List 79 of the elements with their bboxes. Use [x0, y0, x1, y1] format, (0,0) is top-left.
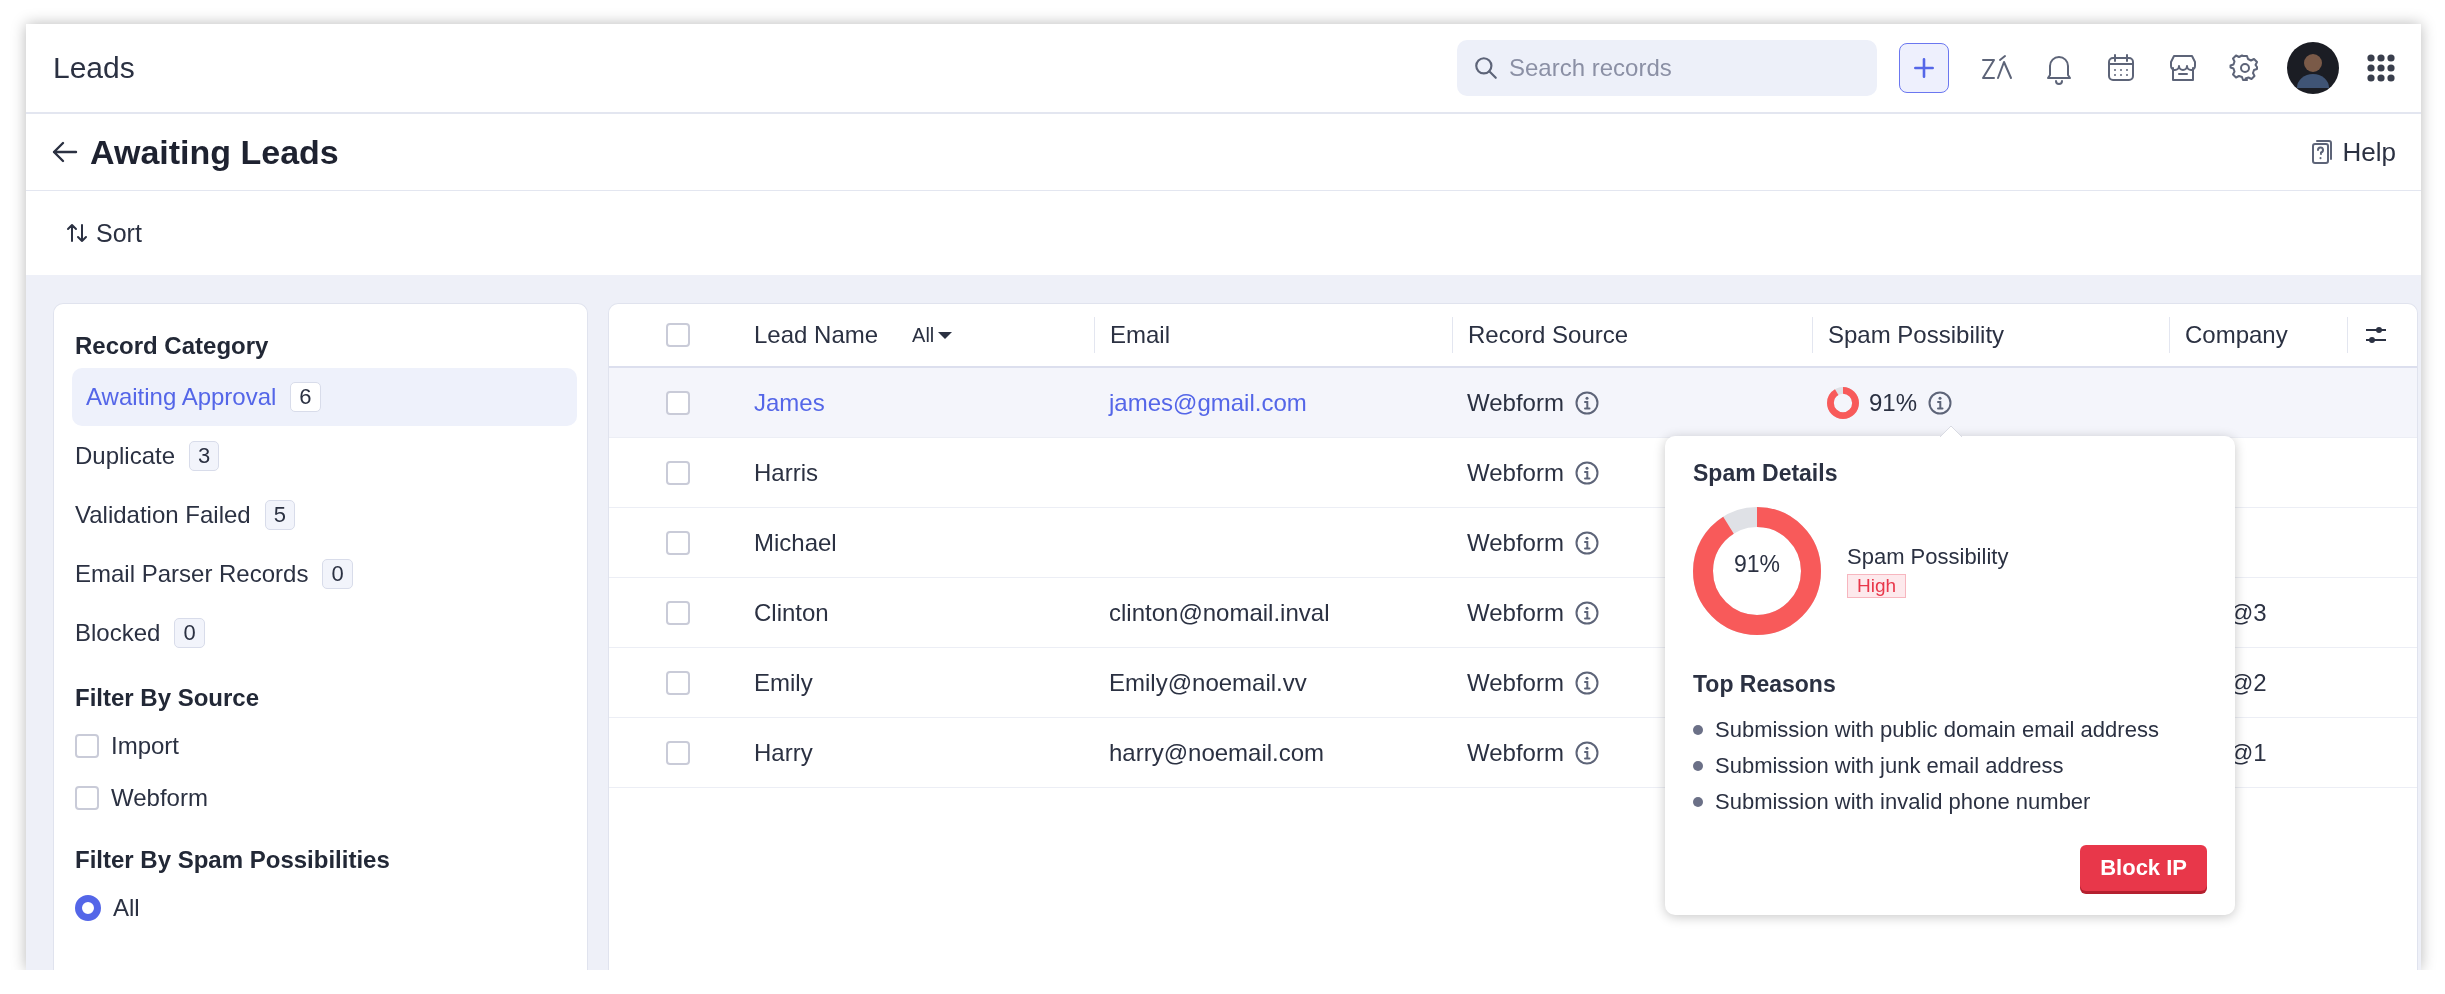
- table-cell: Clinton: [754, 598, 829, 627]
- add-button[interactable]: [1899, 43, 1949, 93]
- option-label: Webform: [111, 784, 208, 812]
- row-checkbox[interactable]: [666, 670, 690, 695]
- table-cell: Webform: [1467, 598, 1564, 627]
- block-ip-button[interactable]: Block IP: [2080, 845, 2207, 891]
- count-badge: 6: [290, 382, 321, 412]
- filter-dropdown[interactable]: All: [912, 323, 953, 347]
- section-title: Filter By Spam Possibilities: [74, 845, 391, 875]
- reason-text: Submission with public domain email address: [1715, 717, 2159, 743]
- category-item[interactable]: Validation Failed 5: [72, 486, 577, 544]
- info-icon[interactable]: [1573, 529, 1600, 556]
- category-item[interactable]: Awaiting Approval 6: [72, 368, 577, 426]
- count-badge: 0: [174, 618, 205, 648]
- section-title: Top Reasons: [1693, 671, 1837, 698]
- section-title: Filter By Source: [74, 683, 261, 713]
- table-cell: harry@noemail.com: [1109, 738, 1325, 767]
- option-label: Import: [111, 732, 179, 760]
- table-cell: Webform: [1467, 388, 1564, 417]
- table-cell: Webform: [1467, 458, 1564, 487]
- table-cell: Webform: [1467, 738, 1564, 767]
- row-checkbox[interactable]: [666, 740, 690, 765]
- rating-badge: High: [1847, 574, 1907, 598]
- column-header: Lead Name: [754, 321, 879, 349]
- info-icon[interactable]: [1573, 459, 1600, 486]
- reason-text: Submission with invalid phone number: [1715, 789, 2091, 815]
- checkbox[interactable]: [75, 786, 99, 810]
- lead-name-link[interactable]: James: [754, 388, 825, 417]
- page-title: Awaiting Leads: [90, 132, 340, 172]
- sort-button[interactable]: Sort: [64, 218, 142, 248]
- table-cell: Emily@noemail.vv: [1109, 668, 1307, 697]
- caret-icon: [938, 331, 953, 339]
- table-cell: Emily: [754, 668, 813, 697]
- category-item[interactable]: Email Parser Records 0: [72, 545, 577, 603]
- checkbox[interactable]: [75, 734, 99, 758]
- donut-meter: [1827, 386, 1859, 419]
- row-checkbox[interactable]: [666, 390, 690, 415]
- avatar[interactable]: [2287, 42, 2339, 94]
- bullet-icon: [1693, 761, 1703, 771]
- info-icon[interactable]: [1573, 739, 1600, 766]
- column-header: Email: [1110, 321, 1170, 349]
- row-checkbox[interactable]: [666, 600, 690, 625]
- category-item[interactable]: Blocked 0: [72, 604, 577, 662]
- table-cell: Webform: [1467, 528, 1564, 557]
- donut-percent: 91%: [1732, 551, 1781, 578]
- section-title: Record Category: [74, 331, 270, 361]
- row-checkbox[interactable]: [666, 530, 690, 555]
- spam-percent: 91%: [1869, 388, 1918, 417]
- info-icon[interactable]: [1573, 669, 1600, 696]
- info-icon[interactable]: [1927, 389, 1954, 416]
- table-cell: Michael: [754, 528, 837, 557]
- column-header: Spam Possibility: [1828, 321, 2005, 349]
- search-icon: [1473, 55, 1499, 81]
- table-cell: clinton@nomail.inval: [1109, 598, 1330, 627]
- search-field[interactable]: Search records: [1457, 40, 1877, 96]
- table-cell: Harris: [754, 458, 818, 487]
- table-cell: Webform: [1467, 668, 1564, 697]
- count-badge: 0: [322, 559, 353, 589]
- spam-label: Spam Possibility: [1847, 544, 2009, 570]
- count-badge: 3: [189, 441, 220, 471]
- reason-text: Submission with junk email address: [1715, 753, 2064, 779]
- column-header: Record Source: [1468, 321, 1629, 349]
- bullet-icon: [1693, 797, 1703, 807]
- bullet-icon: [1693, 725, 1703, 735]
- option-label: All: [113, 894, 140, 922]
- category-item[interactable]: Duplicate 3: [72, 427, 577, 485]
- info-icon[interactable]: [1573, 599, 1600, 626]
- column-header: Company: [2185, 321, 2288, 349]
- app-title: Leads: [53, 51, 136, 85]
- table-cell: Harry: [754, 738, 813, 767]
- radio-button[interactable]: [75, 895, 101, 921]
- row-checkbox[interactable]: [666, 460, 690, 485]
- email-link[interactable]: james@gmail.com: [1109, 388, 1307, 417]
- select-all-checkbox[interactable]: [666, 323, 690, 347]
- plus-icon: [1911, 55, 1937, 81]
- help-link[interactable]: Help: [2308, 136, 2396, 168]
- popover-title: Spam Details: [1693, 460, 1839, 487]
- info-icon[interactable]: [1573, 389, 1600, 416]
- count-badge: 5: [264, 500, 295, 530]
